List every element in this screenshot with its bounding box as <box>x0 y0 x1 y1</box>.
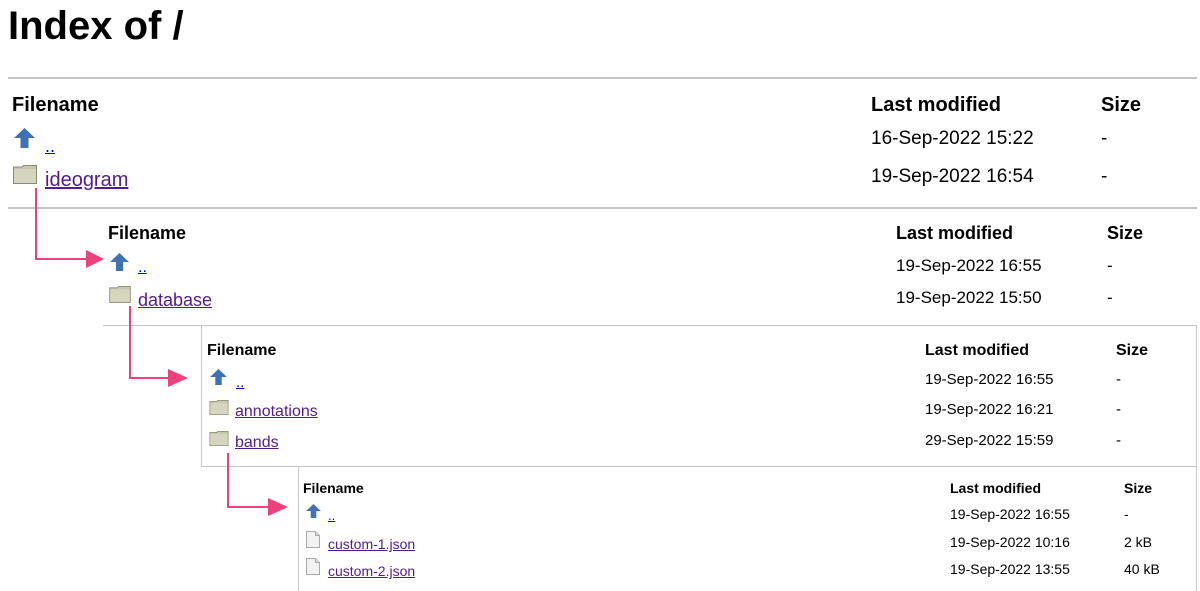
panel-border-level-3-left <box>298 467 299 591</box>
file-link-custom-2-json[interactable]: custom-2.json <box>328 563 415 579</box>
parent-directory-link[interactable]: .. <box>138 259 147 277</box>
size-value: 40 kB <box>1124 561 1160 577</box>
up-arrow-icon <box>306 504 321 518</box>
size-value: - <box>1116 432 1121 449</box>
up-arrow-icon <box>110 253 129 271</box>
folder-icon <box>209 431 229 446</box>
file-link-custom-1-json[interactable]: custom-1.json <box>328 536 415 552</box>
last-modified-value: 19-Sep-2022 16:54 <box>871 166 1034 187</box>
column-header-last-modified[interactable]: Last modified <box>896 223 1013 244</box>
column-header-size[interactable]: Size <box>1124 480 1152 496</box>
column-header-last-modified[interactable]: Last modified <box>871 94 1001 117</box>
arrow-to-ideogram <box>35 188 104 268</box>
last-modified-value: 19-Sep-2022 10:16 <box>950 534 1070 550</box>
folder-icon <box>209 400 229 415</box>
parent-directory-link[interactable]: .. <box>328 508 335 523</box>
size-value: - <box>1107 288 1113 307</box>
last-modified-value: 29-Sep-2022 15:59 <box>925 432 1054 449</box>
file-icon <box>306 531 320 548</box>
column-header-filename[interactable]: Filename <box>108 223 186 244</box>
panel-divider-level-2 <box>103 325 1197 326</box>
last-modified-value: 19-Sep-2022 16:21 <box>925 401 1054 418</box>
folder-link-bands[interactable]: bands <box>235 434 279 452</box>
column-header-filename[interactable]: Filename <box>12 94 99 117</box>
column-header-size[interactable]: Size <box>1107 223 1143 244</box>
column-header-filename[interactable]: Filename <box>303 480 364 496</box>
size-value: 2 kB <box>1124 534 1153 550</box>
up-arrow-icon <box>210 369 227 385</box>
size-value: - <box>1101 128 1108 149</box>
column-header-last-modified[interactable]: Last modified <box>950 480 1041 496</box>
top-divider <box>8 77 1197 79</box>
folder-link-database[interactable]: database <box>138 290 212 311</box>
arrow-to-database <box>129 306 188 387</box>
parent-directory-link[interactable]: .. <box>236 374 244 391</box>
size-value: - <box>1116 371 1121 388</box>
folder-icon <box>13 165 37 184</box>
parent-directory-link[interactable]: .. <box>45 136 55 157</box>
folder-link-annotations[interactable]: annotations <box>235 403 318 421</box>
panel-divider-level-1 <box>8 207 1197 209</box>
panel-border-level-2-left <box>201 326 202 466</box>
up-arrow-icon <box>14 128 35 148</box>
last-modified-value: 19-Sep-2022 16:55 <box>896 256 1042 275</box>
last-modified-value: 19-Sep-2022 16:55 <box>925 371 1054 388</box>
arrow-to-bands <box>227 453 288 516</box>
column-header-size[interactable]: Size <box>1101 94 1141 117</box>
size-value: - <box>1101 166 1108 187</box>
size-value: - <box>1107 256 1113 275</box>
folder-link-ideogram[interactable]: ideogram <box>45 169 128 192</box>
column-header-filename[interactable]: Filename <box>207 342 276 360</box>
last-modified-value: 19-Sep-2022 15:50 <box>896 288 1042 307</box>
last-modified-value: 19-Sep-2022 16:55 <box>950 506 1070 522</box>
last-modified-value: 16-Sep-2022 15:22 <box>871 128 1034 149</box>
column-header-last-modified[interactable]: Last modified <box>925 342 1029 360</box>
last-modified-value: 19-Sep-2022 13:55 <box>950 561 1070 577</box>
panel-border-level-2 <box>1196 326 1197 591</box>
size-value: - <box>1124 506 1129 522</box>
file-icon <box>306 558 320 575</box>
panel-divider-level-3 <box>201 466 1196 467</box>
size-value: - <box>1116 401 1121 418</box>
folder-icon <box>109 286 131 303</box>
page-title: Index of / <box>8 4 184 48</box>
column-header-size[interactable]: Size <box>1116 342 1148 360</box>
